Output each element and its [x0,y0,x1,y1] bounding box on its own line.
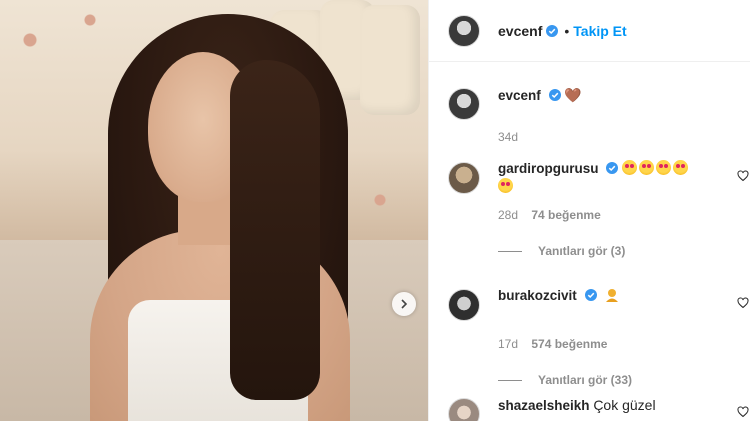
divider-line [498,250,522,252]
comment-time: 17d [498,337,519,351]
view-replies-button[interactable]: Yanıtları gör (3) [498,244,748,258]
view-replies-button[interactable]: Yanıtları gör (33) [498,373,748,387]
avatar[interactable] [448,88,480,120]
avatar[interactable] [448,398,480,421]
caption-time: 34d [498,130,519,144]
verified-badge-icon [584,289,597,301]
comment-item: shazaelsheikh Çok güzel [448,396,749,421]
comment-item: gardiropgurusu 28d 74 beğenme Yanıtları … [448,160,749,258]
caption-emoji: 🤎 [564,87,582,103]
caption-username[interactable]: evcenf [498,88,541,103]
post-header: evcenf • Takip Et [429,0,750,62]
avatar[interactable] [448,162,480,194]
comment-item: burakozcivit 17d 574 beğenme Yanıtları g… [448,287,749,387]
author-username[interactable]: evcenf [498,23,542,39]
comment-username[interactable]: shazaelsheikh [498,398,590,413]
next-photo-button[interactable] [392,292,416,316]
avatar[interactable] [448,289,480,321]
comment-username[interactable]: burakozcivit [498,288,577,303]
avatar[interactable] [448,14,480,47]
like-heart-icon[interactable] [737,170,749,182]
post-panel: evcenf • Takip Et evcenf 🤎 34d gardiropg… [428,0,750,421]
post-photo [0,0,428,421]
comment-username[interactable]: gardiropgurusu [498,161,599,176]
divider-line [498,379,522,381]
chevron-right-icon [401,299,408,309]
comment-text: Çok güzel [593,397,656,413]
comment-likes[interactable]: 74 beğenme [531,208,600,222]
like-heart-icon[interactable] [737,297,749,309]
like-heart-icon[interactable] [737,406,749,418]
verified-badge-icon [606,162,619,174]
follow-button[interactable]: Takip Et [573,23,626,39]
separator-dot: • [564,22,570,39]
caption: evcenf 🤎 34d [448,86,748,144]
verified-badge-icon [546,24,559,37]
comment-likes[interactable]: 574 beğenme [531,337,607,351]
verified-badge-icon [548,89,561,101]
comment-time: 28d [498,208,519,222]
bowing-emoji-icon [606,289,619,302]
